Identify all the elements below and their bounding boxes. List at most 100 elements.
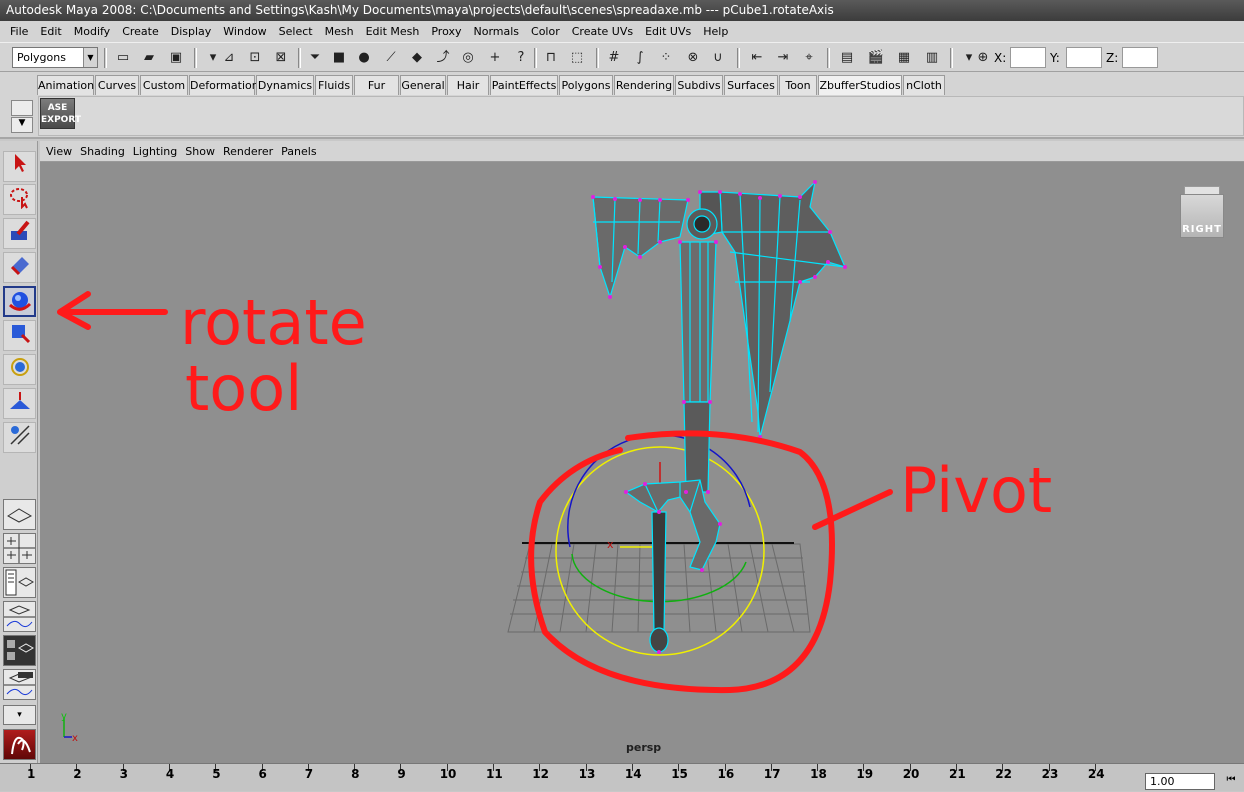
persp-trax-layout-icon[interactable] — [3, 669, 36, 700]
numeric-input-icon[interactable]: ⊕ — [972, 47, 994, 69]
select-by-point-icon[interactable]: ● — [353, 47, 375, 69]
render-view-icon[interactable]: ▤ — [836, 47, 858, 69]
view-cube[interactable]: RIGHT — [1180, 186, 1224, 242]
tab-rendering[interactable]: Rendering — [614, 75, 674, 95]
current-frame-field[interactable]: 1.00 — [1145, 773, 1215, 790]
four-view-layout-icon[interactable] — [3, 533, 36, 564]
snap-to-point-icon[interactable]: ⁘ — [655, 47, 677, 69]
menu-edit[interactable]: Edit — [34, 21, 67, 42]
output-operations-icon[interactable]: ⇥ — [772, 47, 794, 69]
input-operations-icon[interactable]: ⇤ — [746, 47, 768, 69]
panel-menu-view[interactable]: View — [42, 145, 76, 158]
persp-graph-layout-icon[interactable] — [3, 601, 36, 632]
menu-create-uvs[interactable]: Create UVs — [566, 21, 639, 42]
scale-tool-icon[interactable] — [3, 320, 36, 351]
panel-menu-lighting[interactable]: Lighting — [129, 145, 181, 158]
soft-modification-tool-icon[interactable] — [3, 388, 36, 419]
show-manipulator-tool-icon[interactable] — [3, 422, 36, 453]
menu-modify[interactable]: Modify — [68, 21, 116, 42]
move-tool-icon[interactable] — [3, 252, 36, 283]
highlight-selection-icon[interactable]: ⬚ — [566, 47, 588, 69]
question-icon[interactable]: ? — [510, 47, 532, 69]
menu-set-selector[interactable]: Polygons ▼ — [12, 47, 98, 68]
select-by-uv-icon[interactable]: ◎ — [457, 47, 479, 69]
menu-proxy[interactable]: Proxy — [425, 21, 467, 42]
tab-general[interactable]: General — [400, 75, 446, 95]
time-slider[interactable]: 1 2 3 4 5 6 7 8 9 10 11 12 13 14 15 16 17 18 19 20 21 22 23 24 … — [0, 763, 1244, 791]
select-object-icon[interactable]: ⊡ — [244, 47, 266, 69]
tab-toon[interactable]: Toon — [779, 75, 817, 95]
perspective-viewport[interactable]: x rotate tool Pivot y x RIGHT persp — [40, 162, 1244, 763]
select-by-face-icon[interactable]: ◆ — [406, 47, 428, 69]
x-field[interactable] — [1010, 47, 1046, 68]
menu-window[interactable]: Window — [217, 21, 272, 42]
tab-polygons[interactable]: Polygons — [559, 75, 613, 95]
tab-ncloth[interactable]: nCloth — [903, 75, 945, 95]
ipr-render-icon[interactable]: ▦ — [893, 47, 915, 69]
single-perspective-view-layout-icon[interactable] — [3, 499, 36, 530]
persp-outliner-layout-icon[interactable] — [3, 567, 36, 598]
select-component-icon[interactable]: ⊠ — [270, 47, 292, 69]
view-cube-face[interactable]: RIGHT — [1180, 194, 1224, 238]
select-by-curve-icon[interactable]: ⤴ — [432, 47, 454, 69]
dropdown-arrow-icon[interactable]: ▼ — [83, 48, 97, 67]
time-slider-ticks[interactable]: 1 2 3 4 5 6 7 8 9 10 11 12 13 14 15 16 17 18 19 20 21 22 23 24 — [18, 764, 1140, 792]
playback-menu-icon[interactable]: ⏮ — [1220, 771, 1242, 789]
ase-export-shelf-button[interactable]: ASE EXPORT — [40, 98, 81, 129]
select-by-edge-icon[interactable]: ⟋ — [380, 47, 402, 69]
render-current-frame-icon[interactable]: 🎬 — [865, 47, 887, 69]
menu-create[interactable]: Create — [116, 21, 165, 42]
panel-menu-show[interactable]: Show — [181, 145, 219, 158]
universal-manipulator-icon[interactable] — [3, 354, 36, 385]
select-tool-icon[interactable] — [3, 151, 36, 182]
layout-menu-arrow-icon[interactable]: ▾ — [3, 705, 36, 725]
z-field[interactable] — [1122, 47, 1158, 68]
construction-history-icon[interactable]: ⌖ — [798, 47, 820, 69]
shelf-menu-icon[interactable]: ▼ — [11, 117, 33, 133]
snap-to-view-plane-icon[interactable]: ⊗ — [682, 47, 704, 69]
mask-menu-icon[interactable]: ⏷ — [304, 47, 326, 69]
menu-file[interactable]: File — [4, 21, 34, 42]
shelf-tab-toggle-icon[interactable] — [11, 100, 33, 116]
hypershade-persp-layout-icon[interactable] — [3, 635, 36, 666]
tab-hair[interactable]: Hair — [447, 75, 489, 95]
menu-edit-mesh[interactable]: Edit Mesh — [360, 21, 426, 42]
menu-edit-uvs[interactable]: Edit UVs — [639, 21, 697, 42]
new-scene-icon[interactable]: ▭ — [112, 47, 134, 69]
tab-deformation[interactable]: Deformation — [189, 75, 259, 95]
tab-painteffects[interactable]: PaintEffects — [490, 75, 558, 95]
save-scene-icon[interactable]: ▣ — [165, 47, 187, 69]
tab-animation[interactable]: Animation — [37, 75, 94, 95]
snap-to-curve-icon[interactable]: ∫ — [629, 47, 651, 69]
panel-menu-panels[interactable]: Panels — [277, 145, 320, 158]
select-by-object-icon[interactable]: ■ — [328, 47, 350, 69]
rotate-tool-icon[interactable] — [3, 286, 36, 317]
add-icon[interactable]: + — [484, 47, 506, 69]
spread-axe-mesh[interactable] — [592, 180, 847, 653]
menu-color[interactable]: Color — [525, 21, 566, 42]
lasso-tool-icon[interactable] — [3, 184, 36, 215]
menu-normals[interactable]: Normals — [467, 21, 525, 42]
menu-select[interactable]: Select — [273, 21, 319, 42]
panel-menu-shading[interactable]: Shading — [76, 145, 129, 158]
tab-fluids[interactable]: Fluids — [315, 75, 353, 95]
paint-selection-tool-icon[interactable] — [3, 218, 36, 249]
tab-fur[interactable]: Fur — [354, 75, 399, 95]
menu-display[interactable]: Display — [165, 21, 218, 42]
tab-surfaces[interactable]: Surfaces — [724, 75, 778, 95]
lock-selection-icon[interactable]: ⊓ — [540, 47, 562, 69]
menu-mesh[interactable]: Mesh — [319, 21, 360, 42]
open-scene-icon[interactable]: ▰ — [138, 47, 160, 69]
tab-dynamics[interactable]: Dynamics — [256, 75, 314, 95]
make-live-icon[interactable]: ∪ — [707, 47, 729, 69]
tab-custom[interactable]: Custom — [140, 75, 188, 95]
tab-zbufferstudios[interactable]: ZbufferStudios — [818, 75, 902, 95]
panel-menu-renderer[interactable]: Renderer — [219, 145, 277, 158]
render-settings-icon[interactable]: ▥ — [921, 47, 943, 69]
select-hierarchy-icon[interactable]: ⊿ — [218, 47, 240, 69]
menu-help[interactable]: Help — [697, 21, 734, 42]
y-field[interactable] — [1066, 47, 1102, 68]
tab-curves[interactable]: Curves — [95, 75, 139, 95]
snap-to-grid-icon[interactable]: # — [603, 47, 625, 69]
tab-subdivs[interactable]: Subdivs — [675, 75, 723, 95]
